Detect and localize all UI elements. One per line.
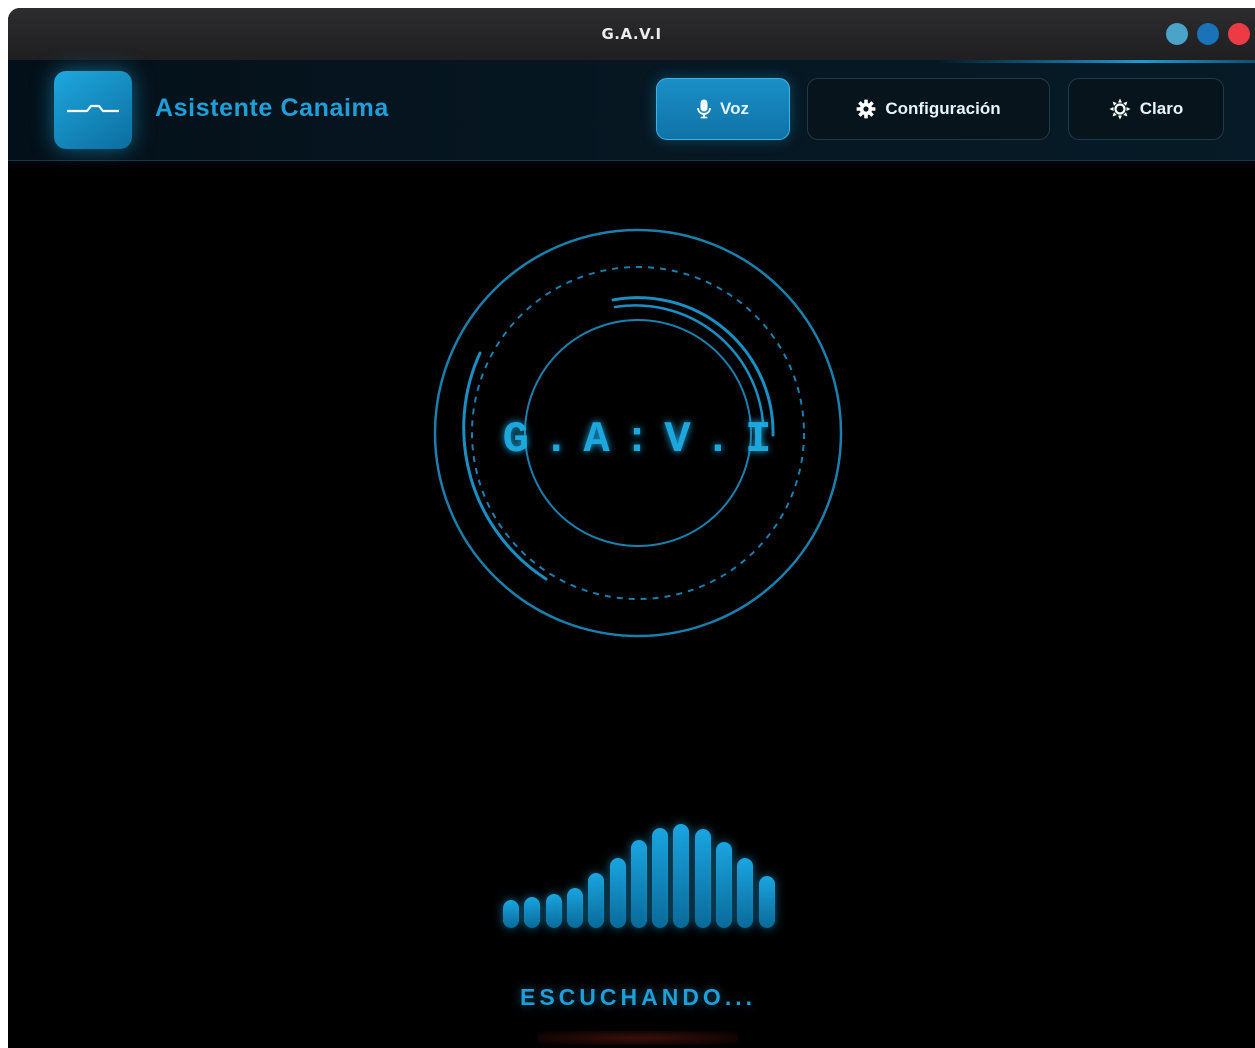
gear-icon — [856, 99, 876, 119]
maximize-button[interactable] — [1197, 23, 1219, 45]
visualizer-bar — [545, 894, 562, 928]
app-header: Asistente Canaima Voz Configuración Clar… — [8, 60, 1255, 161]
visualizer-bar — [758, 876, 775, 928]
microphone-icon — [697, 99, 711, 119]
visualizer-bar — [566, 888, 583, 928]
visualizer-bar — [609, 858, 626, 928]
visualizer-bar — [694, 829, 711, 928]
voice-button-label: Voz — [720, 99, 749, 118]
title-bar[interactable]: G.A.V.I — [8, 8, 1255, 60]
brand-title: Asistente Canaima — [155, 94, 389, 122]
assistant-orb[interactable]: G.A:V.I — [8, 161, 1255, 721]
audio-visualizer — [503, 818, 783, 928]
visualizer-bar — [716, 842, 732, 928]
window-title: G.A.V.I — [601, 25, 662, 43]
listening-status: ESCUCHANDO... — [519, 984, 756, 1010]
header-accent-line — [938, 60, 1255, 63]
settings-button[interactable]: Configuración — [807, 78, 1050, 140]
theme-toggle-button[interactable]: Claro — [1068, 78, 1224, 140]
minimize-button[interactable] — [1166, 23, 1188, 45]
waveform-logo-icon — [67, 104, 119, 113]
voice-button[interactable]: Voz — [656, 78, 790, 140]
close-button[interactable] — [1228, 23, 1250, 45]
visualizer-bar — [673, 824, 690, 928]
window-controls — [1166, 23, 1250, 45]
sun-icon — [1109, 98, 1131, 120]
visualizer-bar — [524, 897, 541, 928]
visualizer-bar — [737, 858, 754, 928]
main-stage: G.A:V.I ESCUCHANDO... — [8, 161, 1255, 1045]
app-logo — [54, 71, 132, 149]
orb-label: G.A:V.I — [503, 415, 786, 465]
visualizer-bar — [652, 828, 669, 928]
theme-button-label: Claro — [1139, 99, 1184, 118]
app-window: G.A.V.I Asistente Canaima Voz Configurac… — [8, 8, 1255, 1048]
visualizer-bar — [588, 873, 605, 928]
visualizer-bar — [503, 900, 519, 928]
settings-button-label: Configuración — [885, 99, 1001, 118]
bottom-glow — [538, 1031, 738, 1045]
visualizer-bar — [630, 840, 647, 928]
